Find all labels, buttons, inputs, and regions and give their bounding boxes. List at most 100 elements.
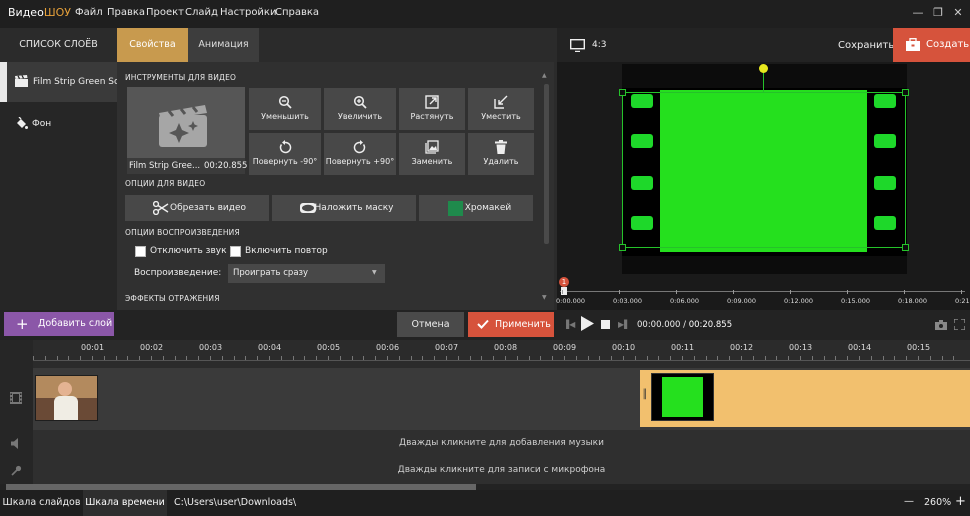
playback-mode-value: Проиграть сразу	[233, 268, 309, 278]
scrubber-marker[interactable]: 1	[559, 277, 569, 287]
maximize-icon[interactable]: ❐	[928, 4, 948, 22]
scrubber-tick-label: 0:09.000	[727, 297, 757, 305]
trash-icon	[495, 140, 507, 154]
microphone-icon	[11, 465, 22, 476]
stretch-icon	[425, 95, 439, 109]
tabs-filler	[259, 28, 557, 62]
fit-button[interactable]: Уместить	[468, 88, 534, 130]
menu-slide[interactable]: Слайд	[185, 7, 218, 18]
replace-label: Заменить	[411, 157, 453, 166]
stretch-button[interactable]: Растянуть	[399, 88, 465, 130]
ruler-tick-label: 00:10	[612, 343, 636, 352]
tab-properties[interactable]: Свойства	[117, 28, 188, 62]
zoom-level: 260%	[924, 497, 952, 508]
scrubber-tick	[562, 290, 563, 294]
play-icon[interactable]	[581, 316, 594, 331]
trim-video-button[interactable]: Обрезать видео	[125, 195, 269, 221]
timeline-ruler[interactable]: 00:01 00:02 00:03 00:04 00:05 00:06 00:07 00:08…	[0, 340, 970, 368]
resize-handle[interactable]	[902, 244, 909, 251]
rotate-left-button[interactable]: Повернуть -90°	[249, 133, 321, 175]
scrubber-tick	[904, 290, 905, 294]
music-track[interactable]: Дважды кликните для добавления музыки	[0, 430, 970, 457]
tab-slide-scale[interactable]: Шкала слайдов	[0, 490, 83, 516]
zoom-out-icon	[278, 95, 292, 109]
menu-help[interactable]: Справка	[275, 7, 319, 18]
fullscreen-icon[interactable]	[954, 319, 965, 330]
monitor-icon	[570, 39, 585, 52]
rotate-right-icon	[353, 140, 366, 154]
ruler-tick-label: 00:07	[435, 343, 459, 352]
create-button[interactable]: Создать	[893, 28, 970, 62]
close-icon[interactable]: ✕	[948, 4, 968, 22]
apply-button[interactable]: Применить	[468, 312, 554, 337]
loop-label: Включить повтор	[245, 246, 328, 256]
layer-label: Фон	[32, 119, 52, 129]
props-scrollbar[interactable]	[544, 84, 549, 244]
menu-edit[interactable]: Правка	[107, 7, 145, 18]
resize-handle[interactable]	[619, 244, 626, 251]
stop-icon[interactable]	[601, 320, 610, 329]
music-hint: Дважды кликните для добавления музыки	[399, 438, 604, 448]
zoom-in-button[interactable]: Увеличить	[324, 88, 396, 130]
scissors-icon	[153, 201, 169, 215]
tab-time-scale[interactable]: Шкала времени	[83, 490, 167, 516]
preview-frame[interactable]	[619, 64, 909, 274]
delete-button[interactable]: Удалить	[468, 133, 534, 175]
zoom-out-button[interactable]: Уменьшить	[249, 88, 321, 130]
scrubber-tick-label: 0:12.000	[784, 297, 814, 305]
replace-button[interactable]: Заменить	[399, 133, 465, 175]
menu-bar: ВидеоШОУ Файл Правка Проект Слайд Настро…	[0, 0, 970, 28]
minimize-icon[interactable]: —	[908, 4, 928, 22]
layer-item-film-strip[interactable]: Film Strip Green Sc...	[0, 62, 117, 102]
menu-project[interactable]: Проект	[146, 7, 184, 18]
skip-back-icon[interactable]: ▐◀	[563, 320, 575, 329]
skip-forward-icon[interactable]: ▶▌	[618, 320, 630, 329]
video-clip-thumbnail	[651, 373, 714, 421]
photo-clip-thumbnail[interactable]	[35, 375, 98, 421]
ruler-tick-label: 00:05	[317, 343, 341, 352]
clip-grip-icon[interactable]: ║	[642, 390, 647, 400]
resize-handle[interactable]	[902, 89, 909, 96]
speaker-icon	[11, 438, 22, 449]
video-clip-block[interactable]: ║	[640, 370, 970, 427]
loop-checkbox[interactable]	[230, 246, 241, 257]
menu-settings[interactable]: Настройки	[220, 7, 276, 18]
add-layer-button[interactable]: + Добавить слой	[4, 312, 114, 336]
save-button[interactable]: Сохранить	[838, 40, 894, 51]
scrubber-tick	[733, 290, 734, 294]
layer-item-background[interactable]: Фон	[0, 104, 117, 144]
time-current: 00:00.000	[637, 320, 681, 330]
rotate-handle[interactable]	[759, 64, 768, 73]
options-section-title: ОПЦИИ ДЛЯ ВИДЕО	[125, 179, 206, 188]
mic-track[interactable]: Дважды кликните для записи с микрофона	[0, 457, 970, 484]
playback-mode-select[interactable]: Проиграть сразу ▼	[228, 264, 385, 283]
apply-mask-button[interactable]: Наложить маску	[272, 195, 416, 221]
resize-handle[interactable]	[619, 89, 626, 96]
camera-icon[interactable]	[935, 320, 947, 330]
stretch-label: Растянуть	[410, 112, 454, 121]
chroma-key-button[interactable]: Хромакей	[419, 195, 533, 221]
paint-bucket-icon	[15, 117, 28, 130]
mute-checkbox[interactable]	[135, 246, 146, 257]
photo-clip-face	[58, 382, 72, 396]
video-track[interactable]: ║	[0, 368, 970, 430]
scrubber-tick-label: 0:15.000	[841, 297, 871, 305]
playback-section-title: ОПЦИИ ВОСПРОИЗВЕДЕНИЯ	[125, 228, 240, 237]
zoom-in-button[interactable]: +	[955, 494, 966, 509]
scroll-down-icon[interactable]: ▼	[542, 294, 547, 301]
ruler-tick-label: 00:15	[907, 343, 931, 352]
tools-section-title: ИНСТРУМЕНТЫ ДЛЯ ВИДЕО	[125, 73, 237, 82]
cancel-button[interactable]: Отмена	[397, 312, 464, 337]
scrubber-tick-label: 0:18.000	[898, 297, 928, 305]
menu-file[interactable]: Файл	[75, 7, 103, 18]
scrubber-tick	[676, 290, 677, 294]
aspect-ratio[interactable]: 4:3	[592, 40, 606, 50]
zoom-out-button[interactable]: —	[904, 496, 914, 507]
ruler-tick-label: 00:14	[848, 343, 872, 352]
scroll-up-icon[interactable]: ▲	[542, 72, 547, 79]
delete-label: Удалить	[483, 157, 519, 166]
selection-box[interactable]	[622, 92, 906, 248]
fit-label: Уместить	[481, 112, 521, 121]
rotate-right-button[interactable]: Повернуть +90°	[324, 133, 396, 175]
tab-animation[interactable]: Анимация	[188, 28, 259, 62]
